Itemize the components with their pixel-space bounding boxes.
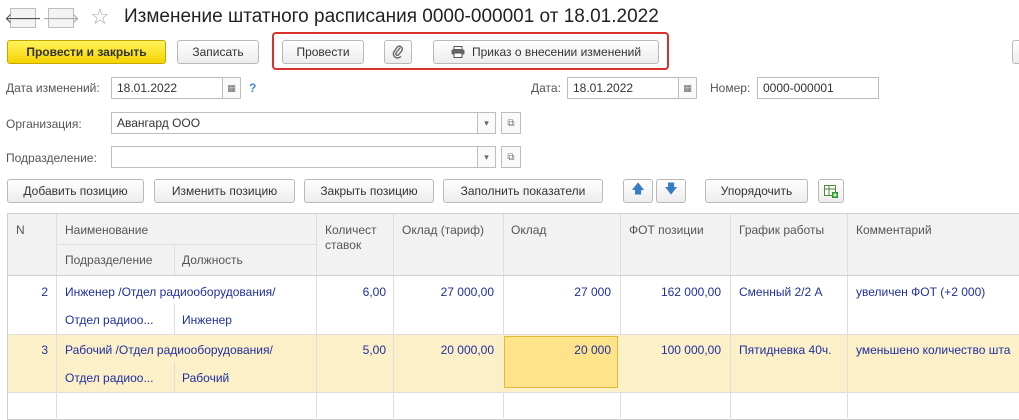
row-comment: уменьшено количество шта bbox=[856, 343, 1011, 357]
fill-indicators-button[interactable]: Заполнить показатели bbox=[443, 179, 603, 203]
row-subdept: Отдел радиоо... bbox=[65, 313, 154, 327]
change-date-input[interactable]: 18.01.2022 bbox=[111, 77, 223, 99]
col-salary-tariff-header[interactable]: Оклад (тариф) bbox=[402, 223, 484, 237]
grid-line bbox=[8, 392, 1019, 393]
date-label: Дата: bbox=[531, 81, 561, 95]
arrow-up-icon: 🡅 bbox=[631, 181, 645, 196]
calendar-icon: ▦ bbox=[227, 82, 236, 93]
org-dropdown-button[interactable]: ▾ bbox=[478, 112, 496, 134]
arrow-down-icon: 🡇 bbox=[664, 181, 678, 196]
edit-position-button[interactable]: Изменить позицию bbox=[154, 179, 295, 203]
row-subdept: Отдел радиоо... bbox=[65, 371, 154, 385]
printer-icon bbox=[451, 46, 465, 58]
post-button[interactable]: Провести bbox=[282, 40, 364, 64]
change-date-calendar-button[interactable]: ▦ bbox=[223, 77, 241, 99]
change-date-label: Дата изменений: bbox=[6, 81, 100, 95]
row-fot: 100 000,00 bbox=[660, 343, 721, 357]
grid-line bbox=[174, 245, 175, 275]
date-input[interactable]: 18.01.2022 bbox=[567, 77, 679, 99]
open-window-icon: ⧉ bbox=[507, 151, 515, 163]
grid-line bbox=[174, 362, 175, 392]
back-button[interactable]: 🡐 bbox=[4, 8, 42, 28]
window-title: Изменение штатного расписания 0000-00000… bbox=[124, 6, 659, 27]
change-order-label: Приказ о внесении изменений bbox=[471, 45, 642, 59]
move-up-button[interactable]: 🡅 bbox=[623, 179, 653, 203]
row-schedule: Сменный 2/2 А bbox=[739, 285, 823, 299]
close-position-button[interactable]: Закрыть позицию bbox=[304, 179, 434, 203]
chevron-down-icon: ▾ bbox=[484, 117, 489, 128]
move-down-button[interactable]: 🡇 bbox=[656, 179, 686, 203]
col-comment-header[interactable]: Комментарий bbox=[856, 223, 932, 237]
row-comment: увеличен ФОТ (+2 000) bbox=[856, 285, 986, 299]
date-calendar-button[interactable]: ▦ bbox=[679, 77, 697, 99]
grid-line bbox=[174, 304, 175, 334]
add-row-button[interactable] bbox=[818, 179, 844, 203]
row-name: Инженер /Отдел радиооборудования/ bbox=[65, 285, 276, 299]
row-schedule: Пятидневка 40ч. bbox=[739, 343, 832, 357]
paperclip-icon bbox=[392, 45, 403, 59]
row-n: 3 bbox=[41, 343, 48, 357]
open-window-icon: ⧉ bbox=[507, 117, 515, 129]
number-input[interactable]: 0000-000001 bbox=[757, 77, 879, 99]
row-position: Рабочий bbox=[182, 371, 230, 385]
col-position-header[interactable]: Должность bbox=[182, 253, 243, 267]
row-rates: 5,00 bbox=[362, 343, 386, 357]
row-rates: 6,00 bbox=[362, 285, 386, 299]
org-open-button[interactable]: ⧉ bbox=[501, 112, 521, 134]
col-n-header[interactable]: N bbox=[16, 223, 25, 237]
attach-button[interactable] bbox=[384, 40, 412, 64]
row-fot: 162 000,00 bbox=[660, 285, 721, 299]
row-n: 2 bbox=[41, 285, 48, 299]
dept-dropdown-button[interactable]: ▾ bbox=[478, 146, 496, 168]
sort-button[interactable]: Упорядочить bbox=[705, 179, 808, 203]
org-label: Организация: bbox=[6, 117, 82, 131]
favorite-star-icon[interactable]: ☆ bbox=[90, 4, 110, 30]
row-salary-tariff: 27 000,00 bbox=[440, 285, 494, 299]
number-label: Номер: bbox=[710, 81, 751, 95]
org-input[interactable]: Авангард ООО bbox=[111, 112, 478, 134]
dept-label: Подразделение: bbox=[6, 151, 97, 165]
add-position-button[interactable]: Добавить позицию bbox=[7, 179, 144, 203]
col-salary-header[interactable]: Оклад bbox=[511, 223, 546, 237]
grid-line bbox=[8, 334, 1019, 335]
post-and-close-button[interactable]: Провести и закрыть bbox=[7, 40, 166, 64]
grid-line bbox=[620, 276, 621, 334]
staffing-table: N Наименование Подразделение Должность К… bbox=[7, 213, 1019, 420]
dept-input[interactable] bbox=[111, 146, 478, 168]
calendar-icon: ▦ bbox=[683, 82, 692, 93]
grid-line bbox=[503, 276, 504, 334]
forward-button[interactable]: 🡒 bbox=[42, 8, 80, 28]
row-salary: 27 000 bbox=[574, 285, 611, 299]
more-actions-button[interactable] bbox=[1012, 40, 1019, 64]
row-name: Рабочий /Отдел радиооборудования/ bbox=[65, 343, 273, 357]
row-salary-tariff: 20 000,00 bbox=[440, 343, 494, 357]
help-icon[interactable]: ? bbox=[249, 81, 256, 95]
col-schedule-header[interactable]: График работы bbox=[739, 223, 824, 237]
row-position: Инженер bbox=[182, 313, 232, 327]
save-button[interactable]: Записать bbox=[177, 40, 259, 64]
col-fot-header[interactable]: ФОТ позиции bbox=[629, 223, 704, 237]
row-salary: 20 000 bbox=[574, 343, 611, 357]
dept-open-button[interactable]: ⧉ bbox=[501, 146, 521, 168]
grid-line bbox=[56, 244, 316, 245]
col-name-header[interactable]: Наименование bbox=[65, 223, 148, 237]
col-subdept-header[interactable]: Подразделение bbox=[65, 253, 152, 267]
arrow-right-icon: 🡒 bbox=[42, 9, 80, 26]
col-rates-header[interactable]: Количест ставок bbox=[325, 223, 389, 253]
table-add-icon bbox=[824, 184, 838, 198]
arrow-left-icon: 🡐 bbox=[4, 9, 42, 26]
change-order-print-button[interactable]: Приказ о внесении изменений bbox=[433, 40, 659, 64]
chevron-down-icon: ▾ bbox=[484, 151, 489, 162]
